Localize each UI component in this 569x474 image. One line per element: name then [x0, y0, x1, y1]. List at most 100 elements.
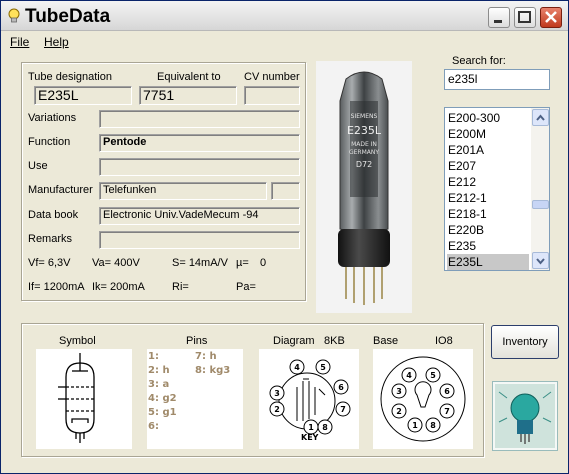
base-pin-8: 8	[425, 417, 441, 433]
svg-text:1: 1	[412, 421, 418, 430]
app-window: TubeData File Help Tube designation Equi…	[0, 0, 569, 474]
svg-text:8: 8	[322, 423, 328, 432]
equivalent-field[interactable]: 7751	[139, 86, 237, 105]
tube-list-item[interactable]: E201A	[447, 142, 529, 158]
pin-2: 2: h	[148, 365, 170, 376]
base-pin-1: 1	[407, 417, 423, 433]
vacuum-tube-illustration: SIEMENS E235L MADE IN GERMANY D72	[338, 71, 390, 305]
pin-6: 6:	[148, 421, 159, 432]
base-pin-6: 6	[439, 383, 455, 399]
menu-help-label: Help	[44, 35, 69, 49]
pin-5: 5: g1	[148, 407, 177, 418]
pin-8: 8: kg3	[195, 365, 231, 376]
tube-list-item[interactable]: E212-1	[447, 190, 529, 206]
variations-field[interactable]	[99, 110, 300, 128]
databook-field[interactable]: Electronic Univ.VadeMecum -94	[99, 207, 300, 225]
scroll-down-button[interactable]	[532, 252, 549, 269]
function-label: Function	[28, 136, 71, 148]
pin-4: 4: g2	[148, 393, 177, 404]
base-pin-2: 2	[391, 403, 407, 419]
menu-file[interactable]: File	[10, 35, 29, 49]
svg-text:2: 2	[396, 407, 402, 416]
diagram-pin-1: 1	[303, 419, 319, 435]
maximize-button[interactable]	[514, 7, 536, 28]
diagram-pin-3: 3	[269, 385, 285, 401]
param-mu: µ=	[236, 257, 249, 269]
minimize-button[interactable]	[488, 7, 510, 28]
scroll-thumb[interactable]	[532, 200, 549, 209]
svg-text:1: 1	[308, 423, 314, 432]
equivalent-label: Equivalent to	[157, 71, 221, 83]
pins-panel: 1: 2: h 3: a 4: g2 5: g1 6: 7: h 8: kg3	[147, 349, 243, 449]
base-label: Base	[373, 335, 399, 347]
param-vf: Vf= 6,3V	[28, 257, 71, 269]
tube-list-item[interactable]: E235	[447, 238, 529, 254]
search-input[interactable]: e235l	[444, 69, 550, 90]
tube-list-item[interactable]: E218-1	[447, 206, 529, 222]
key-label: KEY	[301, 433, 319, 442]
inventory-button[interactable]: Inventory	[491, 325, 559, 359]
diagram-pin-2: 2	[269, 401, 285, 417]
minimize-icon	[494, 20, 502, 23]
manufacturer-extra-field[interactable]	[271, 182, 300, 200]
symbol-panel	[36, 349, 132, 449]
pin-diagram-icon: 1 2 3 4 5 6 7 8 KEY	[269, 359, 351, 442]
param-mu-value: 0	[260, 257, 267, 269]
diagram-pin-7: 7	[335, 401, 351, 417]
manufacturer-label: Manufacturer	[28, 184, 93, 196]
param-pa: Pa=	[236, 281, 256, 293]
diagram-pin-6: 6	[333, 379, 349, 395]
scroll-up-button[interactable]	[532, 109, 549, 126]
tube-designation-field[interactable]: E235L	[34, 86, 132, 105]
param-ik: Ik= 200mA	[92, 281, 145, 293]
tube-logo	[492, 381, 558, 451]
remarks-field[interactable]	[99, 231, 300, 249]
svg-text:8: 8	[430, 421, 436, 430]
param-ri: Ri=	[172, 281, 189, 293]
tube-brand-text: SIEMENS	[351, 113, 378, 120]
svg-text:6: 6	[444, 387, 450, 396]
tube-logo-icon	[495, 384, 555, 448]
tube-list-item[interactable]: E235L	[447, 254, 529, 270]
diagram-pins: 1 2 3 4 5 6 7 8	[269, 359, 351, 435]
maximize-icon	[518, 11, 531, 23]
base-pin-3: 3	[391, 383, 407, 399]
function-field[interactable]: Pentode	[99, 134, 300, 152]
svg-text:5: 5	[320, 363, 326, 372]
cv-number-field[interactable]	[244, 86, 300, 105]
diagram-label: Diagram	[273, 335, 315, 347]
param-s: S= 14mA/V	[172, 257, 228, 269]
tube-list-item[interactable]: E220B	[447, 222, 529, 238]
close-button[interactable]	[540, 7, 562, 28]
list-scrollbar[interactable]	[531, 108, 549, 270]
svg-text:7: 7	[444, 407, 450, 416]
menu-file-label: File	[10, 35, 30, 49]
tube-list-item[interactable]: E207	[447, 158, 529, 174]
base-pin-4: 4	[401, 367, 417, 383]
svg-text:4: 4	[406, 371, 412, 380]
tube-made-in-text: MADE IN	[351, 141, 377, 148]
tube-list-item[interactable]: E200-300	[447, 110, 529, 126]
tube-list-item[interactable]: E200M	[447, 126, 529, 142]
base-panel: 12345678	[373, 349, 473, 449]
tube-listbox[interactable]: E200-300 E200M E201A E207 E212 E212-1 E218-1 E2…	[444, 107, 550, 271]
cv-number-label: CV number	[244, 71, 300, 83]
base-pin-7: 7	[439, 403, 455, 419]
use-label: Use	[28, 160, 48, 172]
svg-text:6: 6	[338, 383, 344, 392]
lightbulb-icon	[8, 8, 20, 23]
chevron-up-icon	[536, 114, 545, 121]
symbol-label: Symbol	[59, 335, 96, 347]
title-bar[interactable]: TubeData	[1, 1, 568, 31]
use-field[interactable]	[99, 158, 300, 176]
menu-help[interactable]: Help	[44, 35, 69, 49]
pins-label: Pins	[186, 335, 208, 347]
tube-country-text: GERMANY	[349, 149, 379, 156]
tube-photo: SIEMENS E235L MADE IN GERMANY D72	[316, 61, 412, 313]
manufacturer-field[interactable]: Telefunken	[99, 182, 267, 200]
pin-7: 7: h	[195, 351, 217, 362]
search-label: Search for:	[452, 55, 506, 67]
remarks-label: Remarks	[28, 233, 73, 245]
svg-text:2: 2	[274, 405, 280, 414]
tube-list-item[interactable]: E212	[447, 174, 529, 190]
